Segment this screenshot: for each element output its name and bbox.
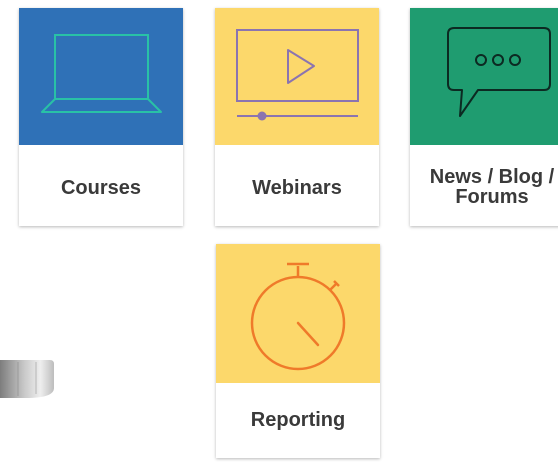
laptop-icon [41,34,162,113]
tile-reporting[interactable]: Reporting [216,244,380,458]
reporting-tile-art [216,244,380,383]
webinars-tile-art [215,8,379,145]
stopwatch-icon [250,262,346,371]
video-player-icon [236,29,359,121]
tile-label-courses: Courses [60,177,142,199]
tile-webinars[interactable]: Webinars [215,8,379,226]
tile-label-reporting: Reporting [250,409,346,431]
news-tile-art [410,8,558,145]
tile-courses[interactable]: Courses [19,8,183,226]
tile-label-webinars: Webinars [252,177,342,199]
tile-news-blog-forums[interactable]: News / Blog / Forums [410,8,558,226]
tile-label-news-line2: Forums [455,186,529,208]
decorative-cylinder-graphic [0,360,54,398]
tile-label-news-line1: News / Blog / [429,166,555,188]
chat-bubble-icon [447,27,551,117]
tile-label-news: News / Blog / Forums [410,167,558,207]
courses-tile-art [19,8,183,145]
